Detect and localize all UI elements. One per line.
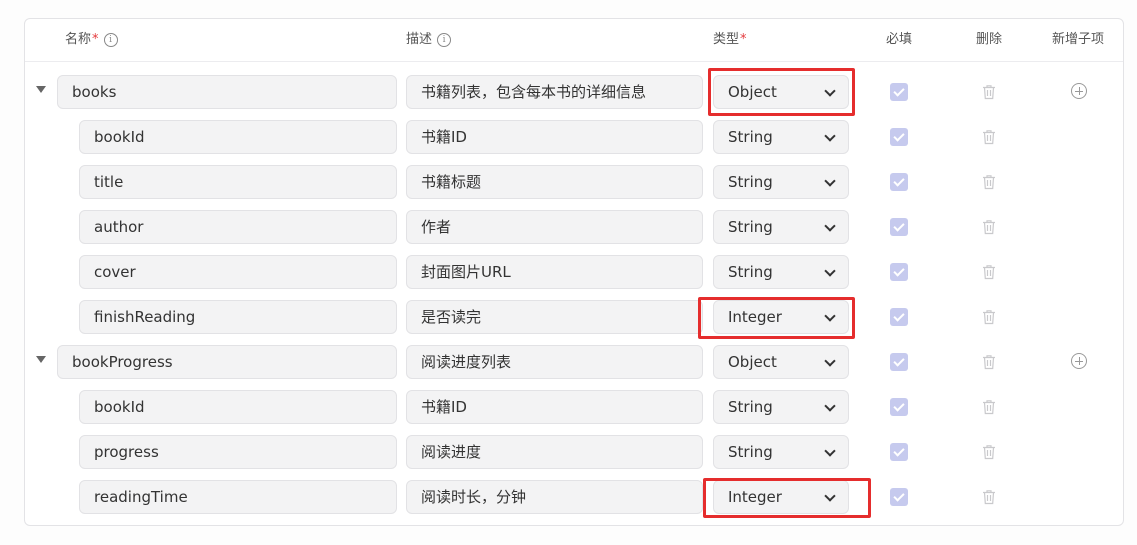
chevron-down-icon bbox=[824, 130, 836, 142]
table-row: finishReading 是否读完 Integer bbox=[25, 297, 1123, 339]
name-input[interactable]: finishReading bbox=[79, 300, 397, 334]
description-input[interactable]: 作者 bbox=[406, 210, 703, 244]
header-description-label: 描述 bbox=[406, 32, 433, 47]
table-row: progress 阅读进度 String bbox=[25, 435, 1123, 471]
required-mark: * bbox=[740, 32, 747, 47]
trash-icon[interactable] bbox=[982, 309, 996, 325]
type-select-value: String bbox=[728, 128, 773, 146]
caret-down-icon[interactable] bbox=[36, 356, 46, 363]
table-row: bookId 书籍ID String bbox=[25, 390, 1123, 426]
chevron-down-icon bbox=[824, 445, 836, 457]
description-input[interactable]: 阅读进度 bbox=[406, 435, 703, 469]
schema-editor-panel: 名称 * i 描述 i 类型 * 必填 删除 新增子项 books 书籍列表，包含每本书… bbox=[24, 18, 1124, 526]
type-select-value: Object bbox=[728, 353, 777, 371]
name-input[interactable]: author bbox=[79, 210, 397, 244]
name-input[interactable]: progress bbox=[79, 435, 397, 469]
type-select-value: String bbox=[728, 443, 773, 461]
chevron-down-icon bbox=[824, 400, 836, 412]
required-checkbox[interactable] bbox=[890, 353, 908, 371]
info-icon[interactable]: i bbox=[103, 33, 118, 47]
highlight-box bbox=[703, 478, 871, 518]
table-header: 名称 * i 描述 i 类型 * 必填 删除 新增子项 bbox=[25, 19, 1123, 62]
table-row: books 书籍列表，包含每本书的详细信息 Object bbox=[25, 68, 1123, 116]
type-select[interactable]: String bbox=[713, 120, 849, 154]
type-select-value: String bbox=[728, 218, 773, 236]
header-description: 描述 i bbox=[406, 32, 452, 48]
header-type: 类型 * bbox=[713, 32, 747, 48]
type-select[interactable]: String bbox=[713, 255, 849, 289]
required-checkbox[interactable] bbox=[890, 173, 908, 191]
name-input[interactable]: books bbox=[57, 75, 397, 109]
chevron-down-icon bbox=[824, 220, 836, 232]
chevron-down-icon bbox=[824, 175, 836, 187]
trash-icon[interactable] bbox=[982, 129, 996, 145]
name-input[interactable]: readingTime bbox=[79, 480, 397, 514]
chevron-down-icon bbox=[824, 355, 836, 367]
description-input[interactable]: 阅读进度列表 bbox=[406, 345, 703, 379]
trash-icon[interactable] bbox=[982, 219, 996, 235]
name-input[interactable]: bookProgress bbox=[57, 345, 397, 379]
type-select[interactable]: String bbox=[713, 390, 849, 424]
description-input[interactable]: 书籍标题 bbox=[406, 165, 703, 199]
type-select-value: String bbox=[728, 398, 773, 416]
table-row: bookProgress 阅读进度列表 Object bbox=[25, 345, 1123, 381]
trash-icon[interactable] bbox=[982, 264, 996, 280]
table-row: title 书籍标题 String bbox=[25, 165, 1123, 201]
chevron-down-icon bbox=[824, 265, 836, 277]
description-input[interactable]: 书籍列表，包含每本书的详细信息 bbox=[406, 75, 703, 109]
description-input[interactable]: 阅读时长，分钟 bbox=[406, 480, 703, 514]
description-input[interactable]: 是否读完 bbox=[406, 300, 703, 334]
type-select[interactable]: String bbox=[713, 210, 849, 244]
description-input[interactable]: 封面图片URL bbox=[406, 255, 703, 289]
type-select[interactable]: Object bbox=[713, 345, 849, 379]
name-input[interactable]: title bbox=[79, 165, 397, 199]
trash-icon[interactable] bbox=[982, 174, 996, 190]
required-checkbox[interactable] bbox=[890, 488, 908, 506]
required-mark: * bbox=[92, 32, 99, 47]
name-input[interactable]: cover bbox=[79, 255, 397, 289]
description-input[interactable]: 书籍ID bbox=[406, 120, 703, 154]
plus-circle-icon[interactable] bbox=[1071, 353, 1087, 369]
type-select[interactable]: String bbox=[713, 165, 849, 199]
header-name-label: 名称 bbox=[65, 32, 92, 47]
header-type-label: 类型 bbox=[713, 32, 740, 47]
info-icon[interactable]: i bbox=[437, 33, 452, 47]
name-input[interactable]: bookId bbox=[79, 120, 397, 154]
required-checkbox[interactable] bbox=[890, 443, 908, 461]
trash-icon[interactable] bbox=[982, 354, 996, 370]
caret-down-icon[interactable] bbox=[36, 86, 46, 93]
header-required: 必填 bbox=[886, 32, 913, 47]
required-checkbox[interactable] bbox=[890, 263, 908, 281]
name-input[interactable]: bookId bbox=[79, 390, 397, 424]
required-checkbox[interactable] bbox=[890, 308, 908, 326]
trash-icon[interactable] bbox=[982, 84, 996, 100]
highlight-box bbox=[708, 68, 855, 116]
header-add-child: 新增子项 bbox=[1052, 32, 1105, 47]
highlight-box bbox=[698, 297, 855, 339]
required-checkbox[interactable] bbox=[890, 398, 908, 416]
required-checkbox[interactable] bbox=[890, 128, 908, 146]
header-delete: 删除 bbox=[976, 32, 1003, 47]
required-checkbox[interactable] bbox=[890, 218, 908, 236]
type-select-value: String bbox=[728, 263, 773, 281]
description-input[interactable]: 书籍ID bbox=[406, 390, 703, 424]
type-select-value: String bbox=[728, 173, 773, 191]
table-row: author 作者 String bbox=[25, 210, 1123, 246]
header-name: 名称 * i bbox=[65, 32, 118, 48]
trash-icon[interactable] bbox=[982, 444, 996, 460]
plus-circle-icon[interactable] bbox=[1071, 83, 1087, 99]
trash-icon[interactable] bbox=[982, 489, 996, 505]
type-select[interactable]: String bbox=[713, 435, 849, 469]
table-row: cover 封面图片URL String bbox=[25, 255, 1123, 291]
table-row: bookId 书籍ID String bbox=[25, 120, 1123, 156]
trash-icon[interactable] bbox=[982, 399, 996, 415]
table-row: readingTime 阅读时长，分钟 Integer bbox=[25, 478, 1123, 518]
required-checkbox[interactable] bbox=[890, 83, 908, 101]
